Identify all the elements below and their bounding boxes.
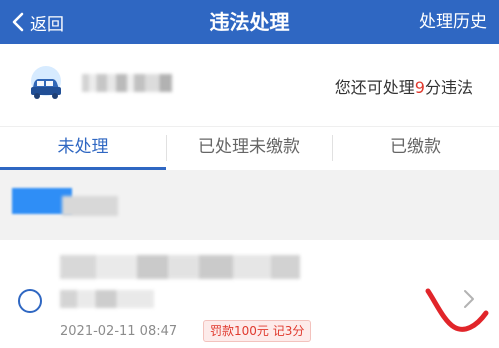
status-tabs: 未处理 已处理未缴款 已缴款 [0, 126, 499, 170]
points-remaining: 您还可处理9分违法 [335, 74, 473, 98]
tab-paid[interactable]: 已缴款 [332, 127, 499, 171]
violation-location-redacted [60, 290, 154, 308]
violation-date: 2021-02-11 08:47 [60, 324, 178, 339]
quota-suffix: 分违法 [424, 78, 473, 97]
tab-processed-unpaid[interactable]: 已处理未缴款 [166, 127, 332, 171]
vehicle-group-header [0, 170, 499, 240]
select-radio[interactable] [18, 289, 42, 313]
vehicle-sublabel-redacted [62, 196, 118, 216]
quota-number: 9 [414, 78, 425, 97]
fine-badge: 罚款100元 记3分 [203, 320, 312, 342]
license-plate-redacted [82, 74, 172, 92]
tab-unprocessed[interactable]: 未处理 [0, 127, 166, 171]
app-header: 返回 违法处理 处理历史 [0, 0, 499, 44]
history-button[interactable]: 处理历史 [419, 0, 487, 44]
violation-record[interactable]: 2021-02-11 08:47 罚款100元 记3分 [0, 240, 499, 348]
chevron-right-icon[interactable] [463, 289, 475, 309]
quota-prefix: 您还可处理 [334, 78, 415, 97]
car-icon [31, 66, 61, 99]
violation-title-redacted [60, 255, 300, 279]
